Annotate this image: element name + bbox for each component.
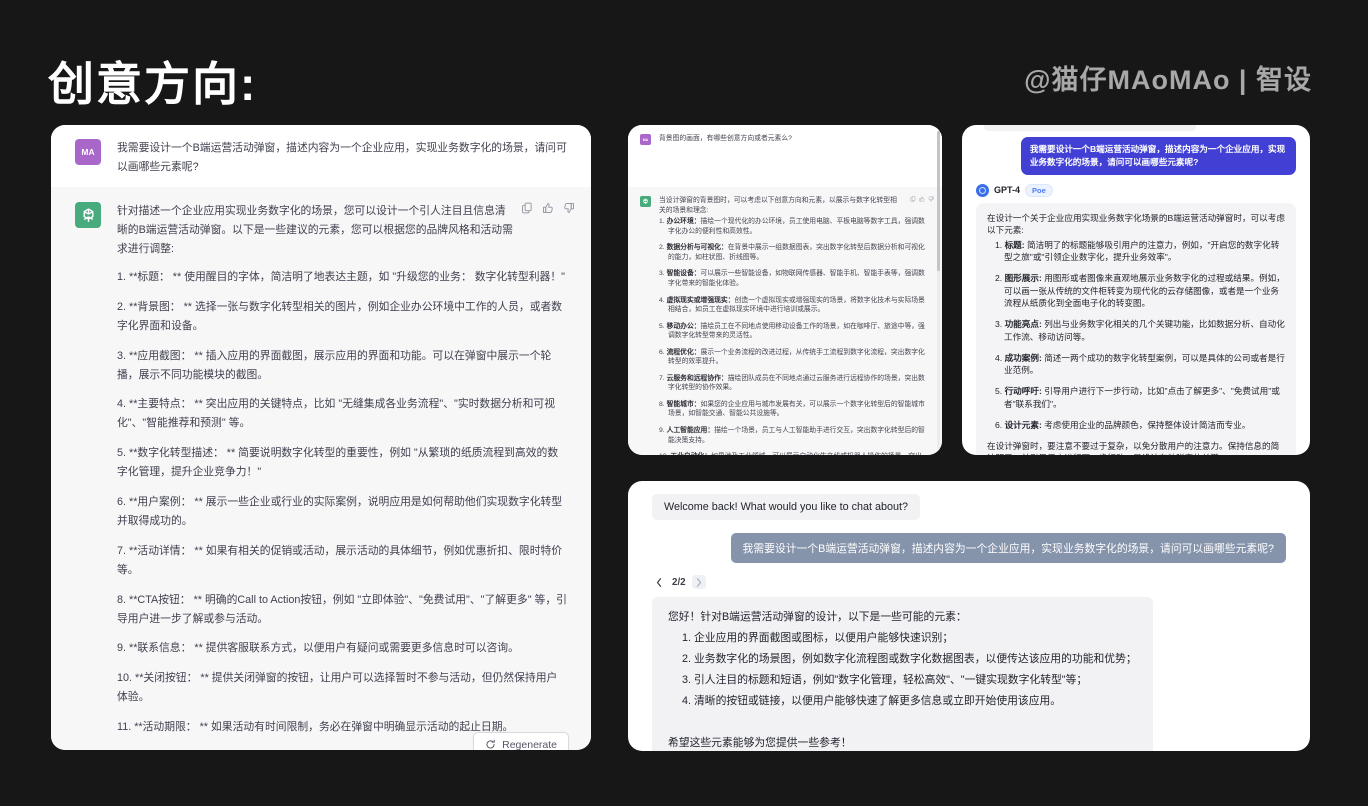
- page-title: 创意方向:: [48, 48, 257, 114]
- assistant-list-item: 4. **主要特点： ** 突出应用的关键特点，比如 "无缝集成各业务流程"、"…: [117, 395, 567, 433]
- chatgpt-avatar: [640, 196, 651, 207]
- user-message-bubble: 我需要设计一个B端运营活动弹窗，描述内容为一个企业应用，实现业务数字化的场景，请…: [731, 533, 1286, 563]
- assistant-list-item: 5. 移动办公：描绘员工在不同地点使用移动设备工作的场景，如在咖啡厅、旅途中等，…: [659, 322, 928, 341]
- openai-logo-icon: [642, 198, 649, 205]
- assistant-list-item: 9. **联系信息： ** 提供客服联系方式，以便用户有疑问或需要更多信息时可以…: [117, 639, 567, 658]
- author-credit: @猫仔MAoMAo | 智设: [1024, 58, 1312, 97]
- chatgpt-conversation-card: MA 我需要设计一个B端运营活动弹窗，描述内容为一个企业应用，实现业务数字化的场…: [51, 125, 591, 750]
- reply-intro: 在设计一个关于企业应用实现业务数字化场景的B端运营活动弹窗时，可以考虑以下元素:: [987, 212, 1285, 237]
- assistant-list-item: 10. **关闭按钮： ** 提供关闭弹窗的按钮，让用户可以选择暂时不参与活动，…: [117, 669, 567, 707]
- reply-list-item: 1. 标题: 简洁明了的标题能够吸引用户的注意力，例如，"开启您的数字化转型之旅…: [987, 239, 1285, 264]
- assistant-item-list: 1. **标题： ** 使用醒目的字体，简洁明了地表达主题，如 "升级您的业务：…: [117, 268, 567, 750]
- reply-closing: 希望这些元素能够为您提供一些参考！: [668, 733, 1137, 751]
- assistant-list-item: 6. 流程优化：展示一个业务流程的改进过程，从传统手工流程到数字化流程，突出数字…: [659, 348, 928, 367]
- reply-list-item: 3. 引人注目的标题和短语，例如"数字化管理，轻松高效"、"一键实现数字化转型"…: [668, 670, 1137, 691]
- assistant-intro: 当设计弹窗的背景图时，可以考虑以下创意方向和元素，以展示与数字化转型相关的场景和…: [659, 196, 928, 215]
- bot-name: GPT-4: [994, 185, 1020, 195]
- assistant-list-item: 7. **活动详情： ** 如果有相关的促销或活动，展示活动的具体细节，例如优惠…: [117, 542, 567, 580]
- thumbs-up-icon[interactable]: [919, 196, 925, 202]
- assistant-list-item: 5. **数字化转型描述： ** 简要说明数字化转型的重要性，例如 "从繁琐的纸…: [117, 444, 567, 482]
- thumbs-down-icon[interactable]: [563, 202, 575, 214]
- user-message: 我需要设计一个B端运营活动弹窗，描述内容为一个企业应用，实现业务数字化的场景，请…: [117, 139, 567, 173]
- next-response-button[interactable]: [692, 575, 706, 589]
- user-avatar: MA: [640, 134, 651, 145]
- reply-list-item: 6. 设计元素: 考虑使用企业的品牌颜色，保持整体设计简洁而专业。: [987, 419, 1285, 431]
- reply-list-item: 4. 清晰的按钮或链接，以便用户能够快速了解更多信息或立即开始使用该应用。: [668, 691, 1137, 712]
- assistant-list-item: 7. 云服务和远程协作：描绘团队成员在不同地点通过云服务进行远程协作的场景，突出…: [659, 374, 928, 393]
- user-message: 背景图的画面，有哪些创意方向或者元素么?: [659, 134, 930, 178]
- chatgpt-background-ideas-card: MA 背景图的画面，有哪些创意方向或者元素么? 当设计弹窗的背景图时，可以考虑以…: [628, 125, 942, 455]
- canvas: 创意方向: @猫仔MAoMAo | 智设 MA 我需要设计一个B端运营活动弹窗，…: [0, 0, 1368, 806]
- bing-conversation-card: Welcome back! What would you like to cha…: [628, 481, 1310, 751]
- poe-badge: Poe: [1025, 184, 1053, 197]
- reply-item-list: 1. 企业应用的界面截图或图标，以便用户能够快速识别；2. 业务数字化的场景图，…: [668, 628, 1137, 712]
- assistant-message-row: 针对描述一个企业应用实现业务数字化的场景，您可以设计一个引人注目且信息清晰的B端…: [51, 187, 591, 750]
- assistant-list-item: 3. 智能设备：可以展示一些智能设备，如物联网传感器、智能手机、智能手表等，强调…: [659, 269, 928, 288]
- copy-icon[interactable]: [521, 202, 533, 214]
- regenerate-label: Regenerate: [502, 739, 557, 750]
- assistant-list-item: 4. 虚拟现实或增强现实：创造一个虚拟现实或增强现实的场景，将数字化技术与实际场…: [659, 296, 928, 315]
- regenerate-button[interactable]: Regenerate: [473, 732, 569, 750]
- user-message-row: MA 我需要设计一个B端运营活动弹窗，描述内容为一个企业应用，实现业务数字化的场…: [51, 125, 591, 187]
- previous-response-button[interactable]: [652, 575, 666, 589]
- reply-list-item: 1. 企业应用的界面截图或图标，以便用户能够快速识别；: [668, 628, 1137, 649]
- user-avatar: MA: [75, 139, 101, 165]
- chevron-right-icon: [696, 578, 702, 587]
- thumbs-up-icon[interactable]: [542, 202, 554, 214]
- pagination-label: 2/2: [672, 577, 686, 588]
- user-message-bubble: 我需要设计一个B端运营活动弹窗，描述内容为一个企业应用，实现业务数字化的场景，请…: [1021, 137, 1296, 175]
- bot-greeting-bubble: Welcome back! What would you like to cha…: [652, 494, 920, 520]
- openai-logo-icon: [80, 207, 97, 224]
- bot-reply-bubble: 在设计一个关于企业应用实现业务数字化场景的B端运营活动弹窗时，可以考虑以下元素:…: [976, 203, 1296, 455]
- gpt4-avatar: [976, 184, 989, 197]
- previous-bubble-fragment: [984, 125, 1196, 131]
- reply-list-item: 5. 行动呼吁: 引导用户进行下一步行动，比如"点击了解更多"、"免费试用"或者…: [987, 385, 1285, 410]
- chatgpt-avatar: [75, 202, 101, 228]
- assistant-list-item: 2. **背景图： ** 选择一张与数字化转型相关的图片，例如企业办公环境中工作…: [117, 298, 567, 336]
- regenerate-icon: [485, 739, 496, 750]
- copy-icon[interactable]: [910, 196, 916, 202]
- bot-reply-bubble: 您好！针对B端运营活动弹窗的设计，以下是一些可能的元素： 1. 企业应用的界面截…: [652, 597, 1153, 751]
- assistant-message-row: 当设计弹窗的背景图时，可以考虑以下创意方向和元素，以展示与数字化转型相关的场景和…: [628, 187, 942, 455]
- reply-closing: 在设计弹窗时，要注意不要过于复杂，以免分散用户的注意力。保持信息的简洁明了，并引…: [987, 440, 1285, 455]
- user-message-row: MA 背景图的画面，有哪些创意方向或者元素么?: [628, 125, 942, 187]
- thumbs-down-icon[interactable]: [928, 196, 934, 202]
- assistant-list-item: 3. **应用截图： ** 插入应用的界面截图，展示应用的界面和功能。可以在弹窗…: [117, 347, 567, 385]
- assistant-list-item: 9. 人工智能应用：描绘一个场景，员工与人工智能助手进行交互，突出数字化转型后的…: [659, 426, 928, 445]
- assistant-list-item: 2. 数据分析与可视化：在背景中展示一组数据图表，突出数字化转型后数据分析和可视…: [659, 243, 928, 262]
- assistant-list-item: 1. 办公环境：描绘一个现代化的办公环境，员工使用电脑、平板电脑等数字工具，强调…: [659, 217, 928, 236]
- reply-intro: 您好！针对B端运营活动弹窗的设计，以下是一些可能的元素：: [668, 607, 1137, 628]
- message-actions: [910, 196, 934, 202]
- reply-list-item: 2. 业务数字化的场景图，例如数字化流程图或数字化数据图表，以便传达该应用的功能…: [668, 649, 1137, 670]
- message-actions: [521, 202, 575, 214]
- assistant-list-item: 8. **CTA按钮： ** 明确的Call to Action按钮，例如 "立…: [117, 591, 567, 629]
- scrollbar-thumb[interactable]: [937, 131, 940, 271]
- assistant-list-item: 6. **用户案例： ** 展示一些企业或行业的实际案例，说明应用是如何帮助他们…: [117, 493, 567, 531]
- scrollbar-track[interactable]: [937, 131, 940, 449]
- chevron-left-icon: [656, 578, 662, 587]
- assistant-list-item: 1. **标题： ** 使用醒目的字体，简洁明了地表达主题，如 "升级您的业务：…: [117, 268, 567, 287]
- reply-item-list: 1. 标题: 简洁明了的标题能够吸引用户的注意力，例如，"开启您的数字化转型之旅…: [987, 239, 1285, 431]
- poe-conversation-card: 我需要设计一个B端运营活动弹窗，描述内容为一个企业应用，实现业务数字化的场景，请…: [962, 125, 1310, 455]
- assistant-list-item: 8. 智能城市：如果您的企业应用与城市发展有关，可以展示一个数字化转型后的智能城…: [659, 400, 928, 419]
- reply-list-item: 4. 成功案例: 简述一两个成功的数字化转型案例，可以是具体的公司或者是行业范例…: [987, 352, 1285, 377]
- response-pagination: 2/2: [652, 575, 706, 589]
- assistant-list-item: 10. 工业自动化：如果涉及工业领域，可以展示自动化生产线或机器人操作的场景，突…: [659, 452, 928, 455]
- assistant-item-list: 1. 办公环境：描绘一个现代化的办公环境，员工使用电脑、平板电脑等数字工具，强调…: [659, 217, 928, 455]
- assistant-intro: 针对描述一个企业应用实现业务数字化的场景，您可以设计一个引人注目且信息清晰的B端…: [117, 202, 567, 259]
- reply-list-item: 2. 图形展示: 用图形或者图像来直观地展示业务数字化的过程或结果。例如，可以画…: [987, 272, 1285, 309]
- reply-list-item: 3. 功能亮点: 列出与业务数字化相关的几个关键功能，比如数据分析、自动化工作流…: [987, 318, 1285, 343]
- bot-header: GPT-4 Poe: [976, 184, 1296, 197]
